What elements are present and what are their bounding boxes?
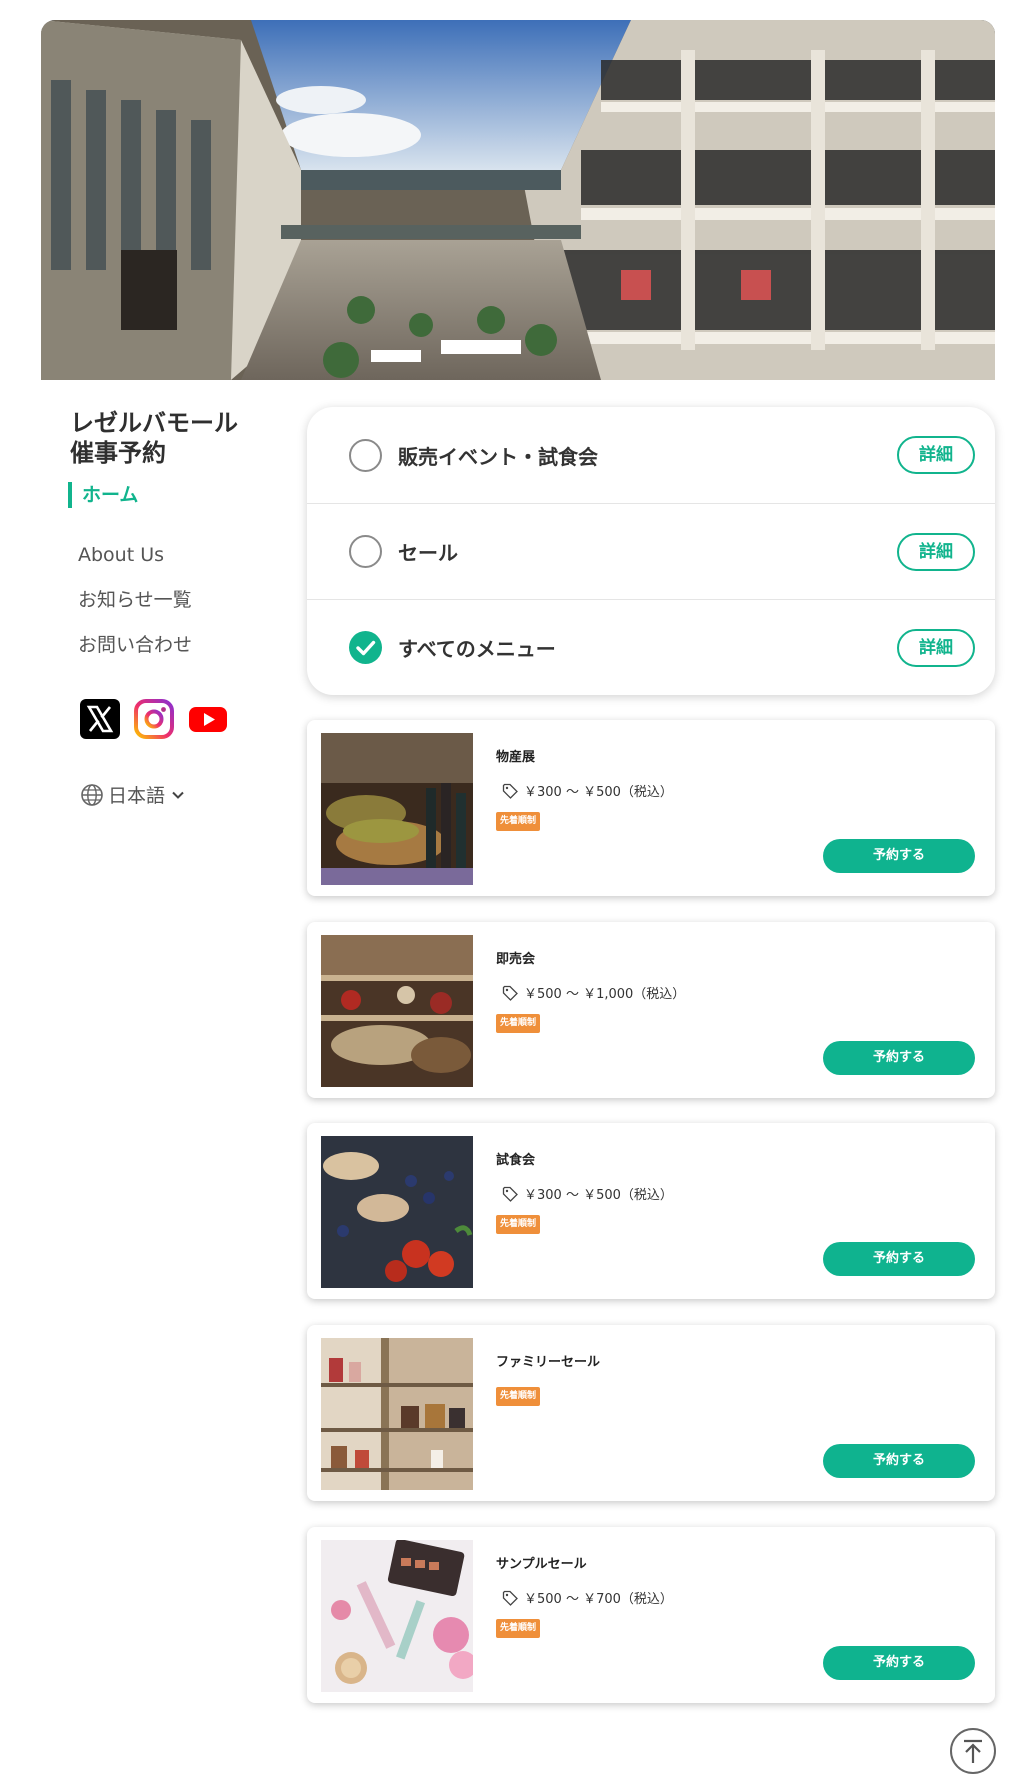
event-thumbnail (321, 1540, 473, 1692)
reserve-button[interactable]: 予約する (823, 1444, 975, 1478)
event-card-sokubaikai: 即売会 ￥500 ～ ￥1,000（税込） 先着順制 予約する (307, 922, 995, 1098)
hero-image (41, 20, 995, 380)
event-title: 即売会 (496, 952, 536, 967)
radio-button-checked[interactable] (349, 631, 382, 664)
category-label: セール (398, 541, 458, 565)
language-selector[interactable]: 日本語 (80, 781, 187, 808)
event-card-bussanten: 物産展 ￥300 ～ ￥500（税込） 先着順制 予約する (307, 720, 995, 896)
site-title-line2: 催事予約 (70, 439, 166, 467)
event-price: ￥300 ～ ￥500（税込） (502, 1184, 673, 1203)
globe-icon (81, 783, 103, 806)
event-price-text: ￥300 ～ ￥500（税込） (524, 1188, 673, 1203)
event-thumbnail (321, 1136, 473, 1288)
nav-item-contact[interactable]: お問い合わせ (78, 632, 192, 658)
event-title: 物産展 (496, 750, 536, 765)
social-links (80, 699, 228, 739)
event-price: ￥300 ～ ￥500（税込） (502, 781, 673, 800)
nav-item-about-us[interactable]: About Us (78, 542, 192, 568)
check-icon (356, 640, 376, 656)
event-thumbnail (321, 733, 473, 885)
event-title: 試食会 (496, 1153, 536, 1168)
category-label: 販売イベント・試食会 (398, 444, 598, 469)
price-tag-icon (502, 1590, 518, 1606)
price-tag-icon (502, 1186, 518, 1202)
detail-button[interactable]: 詳細 (897, 628, 975, 667)
event-title: サンプルセール (496, 1557, 587, 1572)
youtube-icon[interactable] (188, 699, 228, 739)
back-to-top-button[interactable] (950, 1728, 996, 1774)
event-title: ファミリーセール (496, 1355, 601, 1370)
arrow-up-icon (964, 1739, 982, 1763)
chevron-down-icon (172, 791, 184, 799)
radio-button[interactable] (349, 535, 382, 568)
radio-button[interactable] (349, 438, 382, 472)
category-option-all-menu[interactable]: すべてのメニュー 詳細 (307, 599, 995, 695)
first-come-badge: 先着順制 (496, 1387, 541, 1406)
site-title: レゼルバモール 催事予約 (70, 408, 290, 468)
detail-button[interactable]: 詳細 (897, 532, 975, 571)
first-come-badge: 先着順制 (496, 1619, 541, 1638)
category-filter: 販売イベント・試食会 詳細 セール 詳細 すべてのメニュー 詳細 (307, 407, 995, 695)
x-icon[interactable] (80, 699, 120, 739)
event-price-text: ￥300 ～ ￥500（税込） (524, 785, 673, 800)
reserve-button[interactable]: 予約する (823, 839, 975, 873)
reserve-button[interactable]: 予約する (823, 1041, 975, 1075)
event-card-sample-sale: サンプルセール ￥500 ～ ￥700（税込） 先着順制 予約する (307, 1527, 995, 1703)
price-tag-icon (502, 985, 518, 1001)
first-come-badge: 先着順制 (496, 812, 541, 831)
sidebar-nav: About Us お知らせ一覧 お問い合わせ (78, 542, 192, 677)
reserve-button[interactable]: 予約する (823, 1242, 975, 1276)
instagram-icon[interactable] (134, 699, 174, 739)
nav-home[interactable]: ホーム (68, 482, 138, 508)
reserve-button[interactable]: 予約する (823, 1646, 975, 1680)
event-price-text: ￥500 ～ ￥1,000（税込） (524, 987, 686, 1002)
language-label: 日本語 (108, 785, 166, 807)
nav-item-news[interactable]: お知らせ一覧 (78, 587, 192, 613)
first-come-badge: 先着順制 (496, 1014, 541, 1033)
first-come-badge: 先着順制 (496, 1215, 541, 1234)
detail-button[interactable]: 詳細 (897, 436, 975, 474)
event-card-family-sale: ファミリーセール 先着順制 予約する (307, 1325, 995, 1501)
event-thumbnail (321, 1338, 473, 1490)
event-card-shokukai: 試食会 ￥300 ～ ￥500（税込） 先着順制 予約する (307, 1123, 995, 1299)
category-option-sale[interactable]: セール 詳細 (307, 503, 995, 599)
category-option-sales-events[interactable]: 販売イベント・試食会 詳細 (307, 407, 995, 503)
event-price: ￥500 ～ ￥700（税込） (502, 1588, 673, 1607)
event-price: ￥500 ～ ￥1,000（税込） (502, 983, 685, 1002)
event-thumbnail (321, 935, 473, 1087)
event-price-text: ￥500 ～ ￥700（税込） (524, 1592, 673, 1607)
category-label: すべてのメニュー (398, 637, 556, 661)
price-tag-icon (502, 783, 518, 799)
site-title-line1: レゼルバモール (70, 409, 238, 437)
